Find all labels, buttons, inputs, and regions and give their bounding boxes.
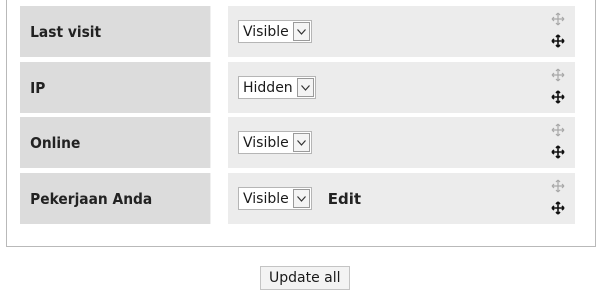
visibility-select[interactable]: Visible <box>238 187 312 210</box>
visibility-select-value: Visible <box>243 190 289 207</box>
move-icon <box>551 34 565 48</box>
visibility-select-value: Visible <box>243 23 289 40</box>
field-row-ip: IP Hidden <box>20 62 575 113</box>
move-handle[interactable] <box>551 68 567 108</box>
visibility-select[interactable]: Visible <box>238 20 312 43</box>
move-icon <box>551 68 565 82</box>
chevron-down-icon[interactable] <box>292 189 310 208</box>
move-handle[interactable] <box>551 12 567 52</box>
move-icon <box>551 12 565 26</box>
chevron-down-icon[interactable] <box>292 22 310 41</box>
visibility-select-value: Hidden <box>243 79 293 96</box>
move-handle[interactable] <box>551 179 567 219</box>
field-value-cell: Visible <box>227 117 575 168</box>
field-label: Online <box>20 117 211 168</box>
move-icon <box>551 90 565 104</box>
move-icon <box>551 123 565 137</box>
field-label: IP <box>20 62 211 113</box>
move-icon <box>551 179 565 193</box>
visibility-select[interactable]: Visible <box>238 131 312 154</box>
field-row-pekerjaan-anda: Pekerjaan Anda Visible Edit <box>20 173 575 224</box>
field-value-cell: Hidden <box>227 62 575 113</box>
move-icon <box>551 145 565 159</box>
chevron-down-icon[interactable] <box>292 133 310 152</box>
field-row-online: Online Visible <box>20 117 575 168</box>
visibility-select-value: Visible <box>243 134 289 151</box>
move-icon <box>551 201 565 215</box>
field-value-cell: Visible <box>227 6 575 57</box>
field-label: Last visit <box>20 6 211 57</box>
field-row-last-visit: Last visit Visible <box>20 6 575 57</box>
edit-link[interactable]: Edit <box>328 190 361 208</box>
field-label: Pekerjaan Anda <box>20 173 211 224</box>
move-handle[interactable] <box>551 123 567 163</box>
field-value-cell: Visible Edit <box>227 173 575 224</box>
visibility-select[interactable]: Hidden <box>238 76 316 99</box>
update-all-button[interactable]: Update all <box>260 266 350 290</box>
chevron-down-icon[interactable] <box>296 78 314 97</box>
